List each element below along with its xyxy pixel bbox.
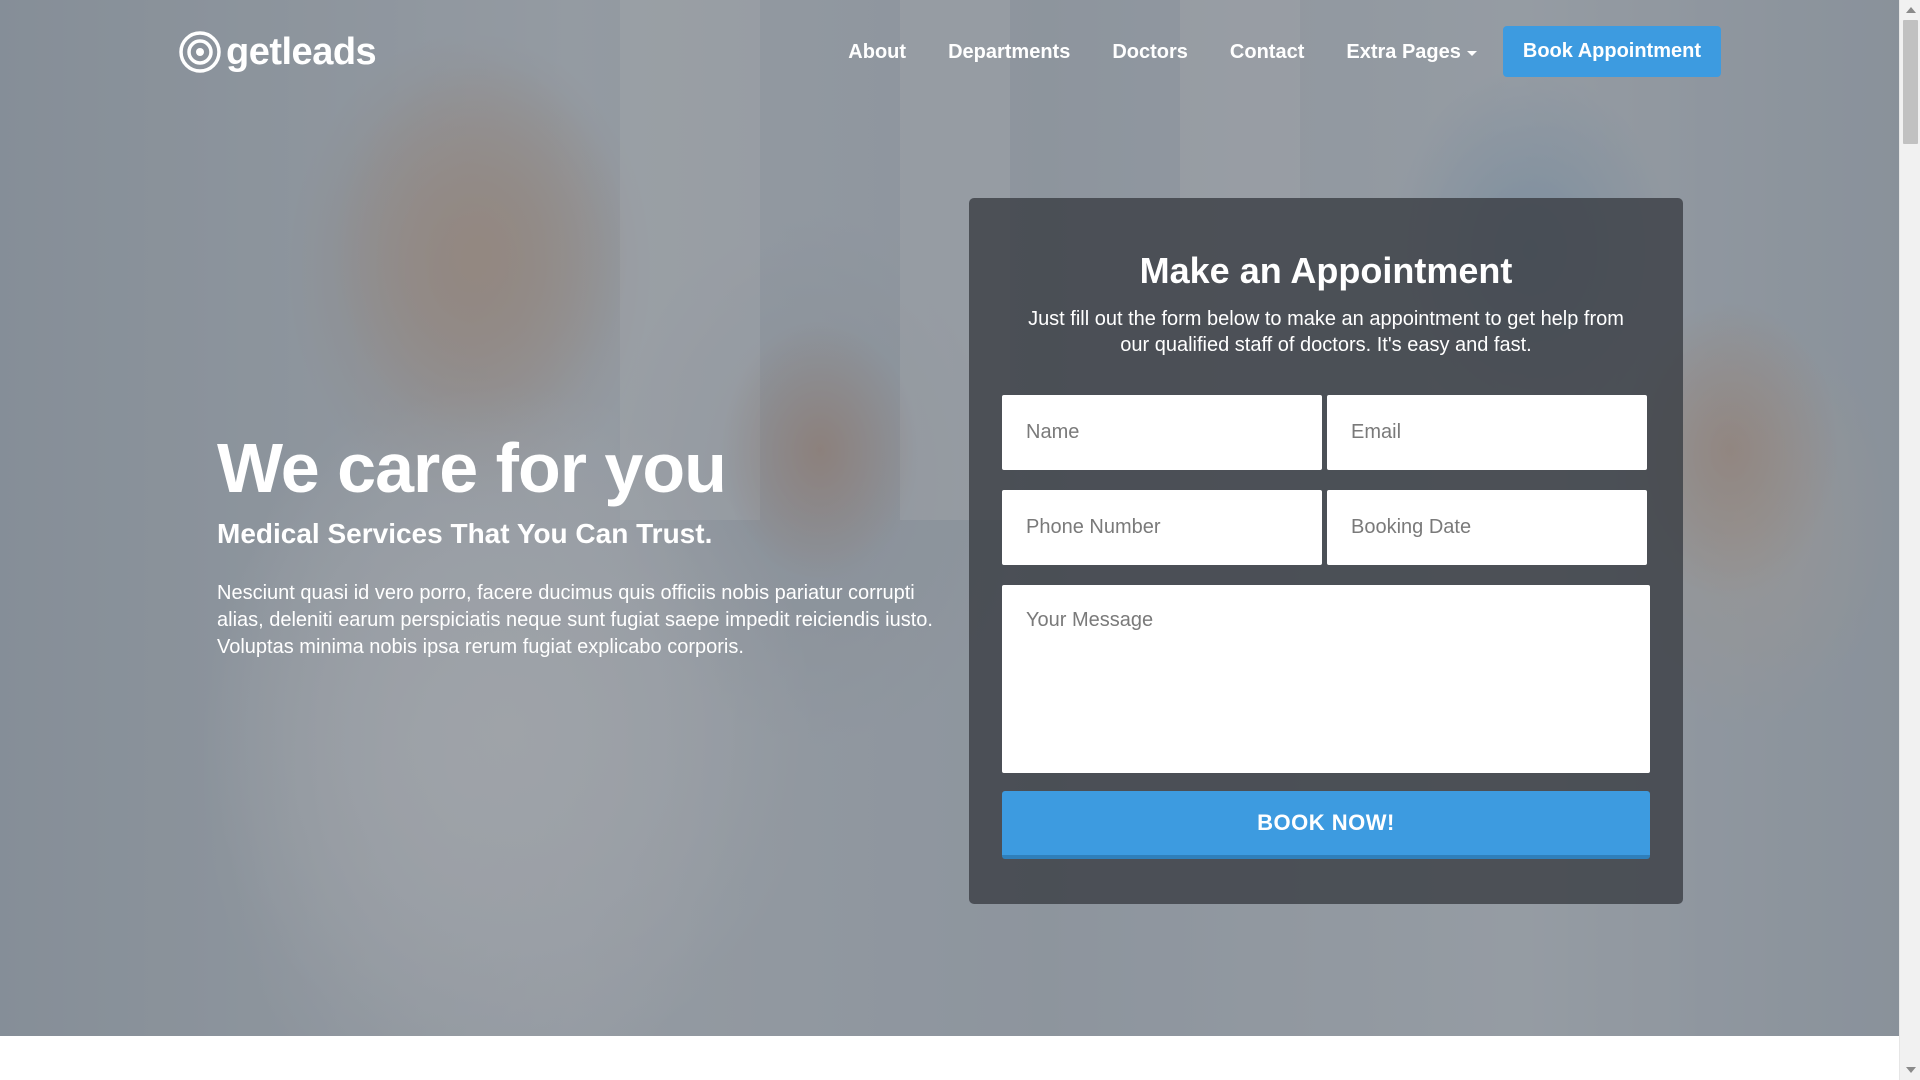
scroll-down-icon[interactable]: [1906, 1067, 1916, 1073]
phone-input[interactable]: [1002, 490, 1322, 565]
email-input[interactable]: [1327, 395, 1647, 470]
scrollbar[interactable]: [1899, 0, 1920, 1080]
name-input[interactable]: [1002, 395, 1322, 470]
book-appointment-button[interactable]: Book Appointment: [1502, 26, 1721, 77]
book-now-button[interactable]: BOOK NOW!: [1002, 791, 1650, 859]
caret-down-icon: [1466, 50, 1477, 56]
logo-text: getleads: [226, 30, 377, 73]
hero-text: We care for you Medical Services That Yo…: [217, 428, 937, 661]
form-row: [1002, 395, 1650, 470]
hero-subtitle: Medical Services That You Can Trust.: [217, 518, 713, 549]
nav-dropdown-label: Extra Pages: [1346, 40, 1461, 63]
logo[interactable]: getleads: [178, 30, 377, 74]
target-logo-icon: [179, 31, 221, 73]
booking-date-input[interactable]: [1327, 490, 1647, 565]
nav-menu: About Departments Doctors Contact Extra …: [827, 26, 1721, 77]
navbar: getleads About Departments Doctors Conta…: [0, 0, 1899, 102]
scroll-up-icon[interactable]: [1906, 7, 1916, 13]
nav-link-departments[interactable]: Departments: [927, 27, 1091, 77]
form-description: Just fill out the form below to make an …: [1028, 308, 1624, 356]
nav-link-about[interactable]: About: [827, 27, 927, 77]
hero-body-text: Nesciunt quasi id vero porro, facere duc…: [217, 582, 933, 658]
hero-title: We care for you: [217, 429, 727, 507]
scrollbar-thumb[interactable]: [1903, 20, 1918, 144]
nav-link-contact[interactable]: Contact: [1209, 27, 1325, 77]
form-title: Make an Appointment: [1139, 250, 1513, 291]
nav-link-doctors[interactable]: Doctors: [1091, 27, 1209, 77]
nav-dropdown-extra-pages[interactable]: Extra Pages: [1325, 27, 1498, 77]
appointment-form: Make an Appointment Just fill out the fo…: [969, 198, 1683, 904]
message-textarea[interactable]: [1002, 585, 1650, 773]
form-row: [1002, 490, 1650, 565]
